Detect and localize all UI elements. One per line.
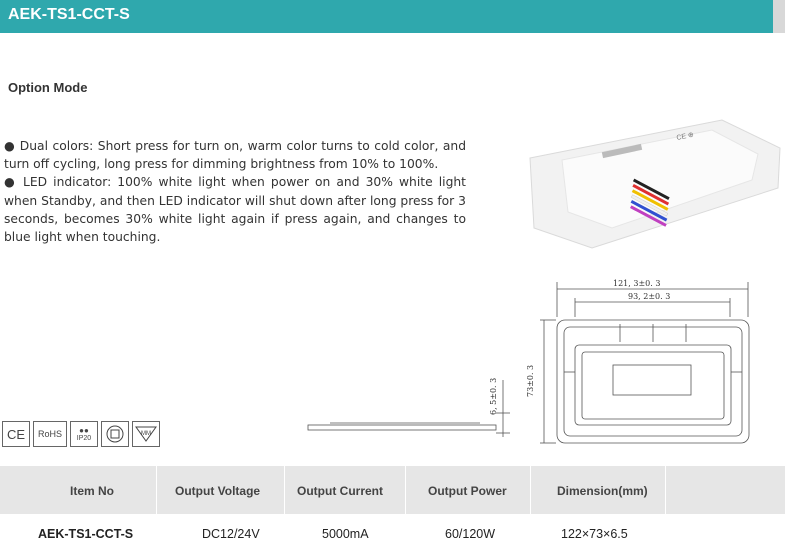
dimension-height: 73±0. 3: [526, 365, 535, 397]
description-dual-colors: ● Dual colors: Short press for turn on, …: [4, 139, 466, 172]
th-dimension: Dimension(mm): [557, 484, 648, 498]
td-item-no: AEK-TS1-CCT-S: [38, 527, 134, 541]
dimension-thickness: 6, 5±0. 3: [489, 378, 498, 415]
td-output-current: 5000mA: [322, 527, 369, 541]
svg-text:MM: MM: [141, 431, 151, 437]
table-header-row: [0, 466, 785, 514]
dimension-width-outer: 121, 3±0. 3: [613, 279, 660, 288]
product-photo: CE ⊕: [529, 119, 781, 249]
th-output-voltage: Output Voltage: [175, 484, 261, 498]
header-tab-accent: [773, 0, 785, 33]
rohs-mark-icon: RoHS: [33, 421, 67, 447]
th-output-current: Output Current: [297, 484, 383, 498]
ce-mark-icon: CE: [2, 421, 30, 447]
th-output-power: Output Power: [428, 484, 507, 498]
mm-mark-icon: MM: [132, 421, 160, 447]
dimension-width-inner: 93, 2±0. 3: [628, 292, 670, 301]
certification-marks: CE RoHS ●● IP20 MM: [2, 421, 160, 449]
class-ii-mark-icon: [101, 421, 129, 447]
description-led-indicator: ● LED indicator: 100% white light when p…: [4, 175, 466, 245]
ip20-mark-icon: ●● IP20: [70, 421, 98, 447]
td-output-voltage: DC12/24V: [202, 527, 260, 541]
th-item-no: Item No: [70, 484, 115, 498]
technical-drawing-top-view: 121, 3±0. 3 93, 2±0. 3 73±0. 3: [526, 279, 750, 444]
technical-drawing-side-view: 6, 5±0. 3: [307, 378, 510, 437]
td-dimension: 122×73×6.5: [561, 527, 628, 541]
td-output-power: 60/120W: [445, 527, 496, 541]
description: ● Dual colors: Short press for turn on, …: [4, 137, 466, 246]
header-bar: AEK-TS1-CCT-S: [0, 0, 785, 33]
section-title: Option Mode: [8, 80, 88, 95]
product-title: AEK-TS1-CCT-S: [8, 6, 130, 23]
